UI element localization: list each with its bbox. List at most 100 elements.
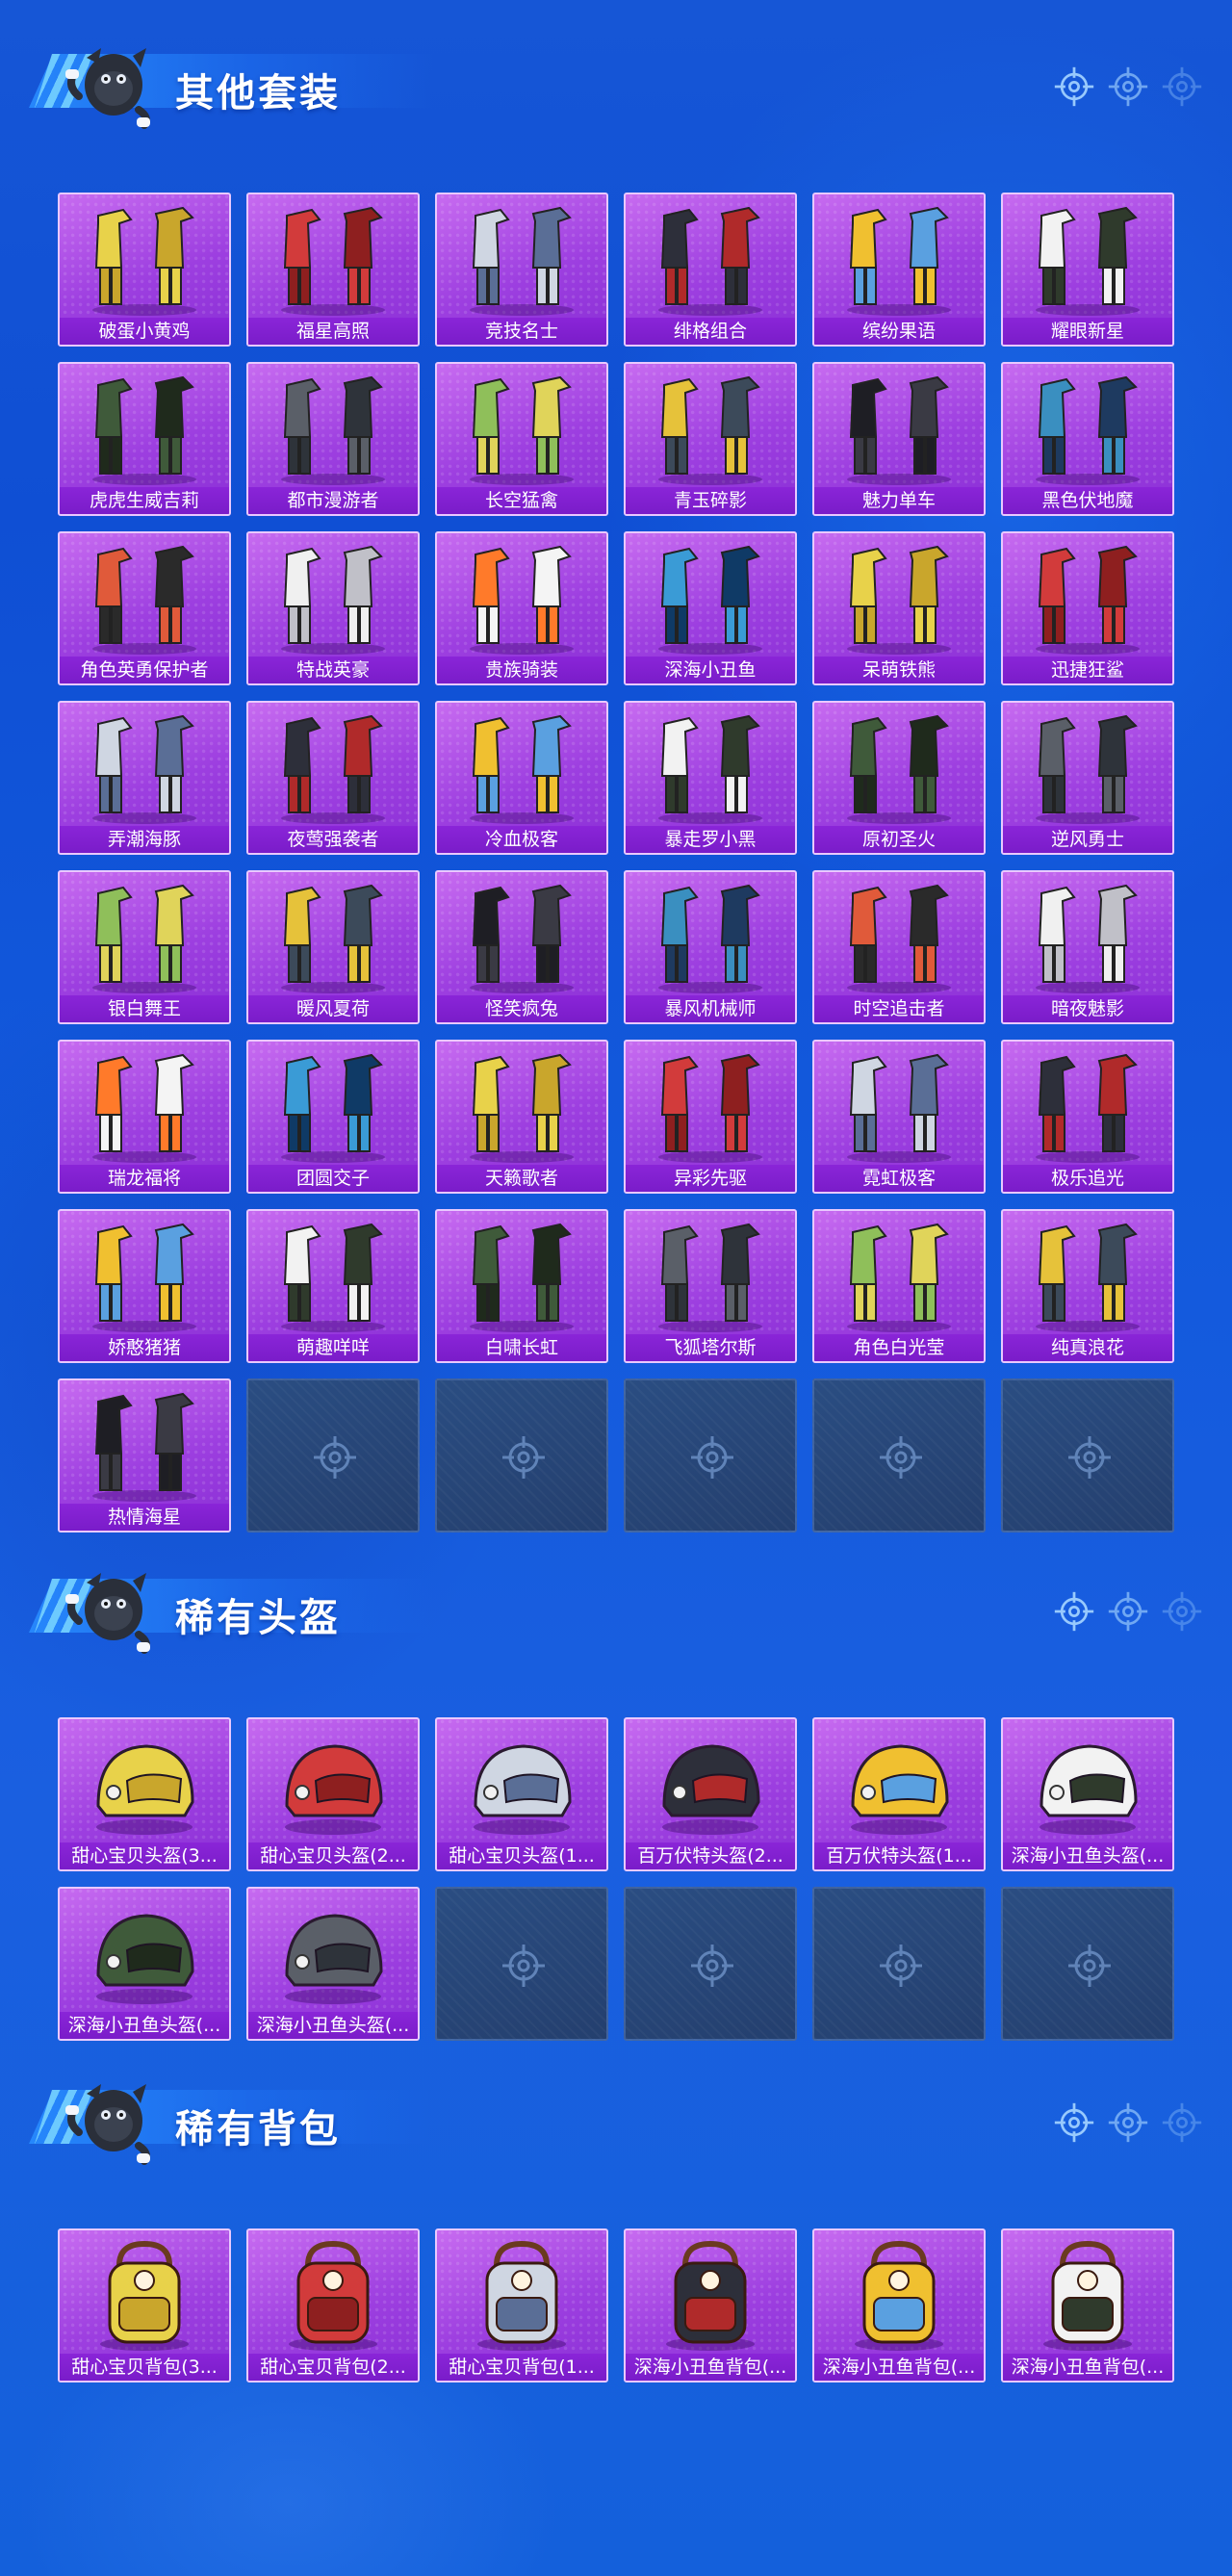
item-card[interactable]: 弄潮海豚 (58, 701, 231, 855)
item-label: 迅捷狂鲨 (1003, 657, 1172, 683)
item-label: 深海小丑鱼头盔(... (1003, 1842, 1172, 1869)
fox-jacket-icon (626, 1211, 795, 1334)
item-grid: 破蛋小黄鸡 福星高照 竞技名士 绯格组合 缤纷果语 耀眼新星 虎虎生威吉莉 都市… (58, 193, 1174, 1533)
item-card[interactable]: 长空猛禽 (435, 362, 608, 516)
dragon-armor-icon (60, 1042, 229, 1165)
item-card[interactable]: 原初圣火 (812, 701, 986, 855)
item-label: 甜心宝贝背包(3... (60, 2354, 229, 2381)
item-card[interactable]: 白啸长虹 (435, 1209, 608, 1363)
backpack-cake-brown-icon (60, 2230, 229, 2354)
item-card[interactable]: 甜心宝贝背包(2... (246, 2228, 420, 2383)
item-card[interactable]: 深海小丑鱼背包(... (1001, 2228, 1174, 2383)
item-card[interactable]: 极乐追光 (1001, 1040, 1174, 1194)
crosshair-icon (1161, 1590, 1203, 1633)
item-card[interactable]: 夜莺强袭者 (246, 701, 420, 855)
item-label: 夜莺强袭者 (248, 826, 418, 853)
item-grid: 甜心宝贝背包(3... 甜心宝贝背包(2... 甜心宝贝背包(1... 深海小丑… (58, 2228, 1174, 2383)
item-label: 天籁歌者 (437, 1165, 606, 1192)
item-card[interactable]: 深海小丑鱼背包(... (812, 2228, 986, 2383)
item-card[interactable]: 甜心宝贝背包(1... (435, 2228, 608, 2383)
item-card[interactable]: 团圆交子 (246, 1040, 420, 1194)
item-card[interactable]: 青玉碎影 (624, 362, 797, 516)
item-card[interactable]: 甜心宝贝头盔(2... (246, 1717, 420, 1871)
item-card[interactable]: 暖风夏荷 (246, 870, 420, 1024)
item-label: 极乐追光 (1003, 1165, 1172, 1192)
item-label: 团圆交子 (248, 1165, 418, 1192)
item-card[interactable]: 虎虎生威吉莉 (58, 362, 231, 516)
item-label: 深海小丑鱼头盔(... (248, 2012, 418, 2039)
crosshair-icon (689, 1434, 735, 1481)
neon-suit-icon (814, 1042, 984, 1165)
item-card[interactable]: 飞狐塔尔斯 (624, 1209, 797, 1363)
white-coat-set-icon (437, 1042, 606, 1165)
white-lotus-dress-icon (248, 872, 418, 995)
item-card[interactable]: 银白舞王 (58, 870, 231, 1024)
item-card[interactable]: 甜心宝贝头盔(1... (435, 1717, 608, 1871)
item-card[interactable]: 呆萌铁熊 (812, 531, 986, 685)
bear-suit-icon (814, 533, 984, 657)
item-card[interactable]: 时空追击者 (812, 870, 986, 1024)
item-card[interactable]: 角色英勇保护者 (58, 531, 231, 685)
item-label: 深海小丑鱼头盔(... (60, 2012, 229, 2039)
item-label: 甜心宝贝背包(1... (437, 2354, 606, 2381)
item-card[interactable]: 萌趣咩咩 (246, 1209, 420, 1363)
item-card[interactable]: 福星高照 (246, 193, 420, 347)
crosshair-icon (500, 1434, 547, 1481)
crosshair-icon (312, 1434, 358, 1481)
item-card[interactable]: 破蛋小黄鸡 (58, 193, 231, 347)
item-card[interactable]: 深海小丑鱼头盔(... (1001, 1717, 1174, 1871)
item-card[interactable]: 纯真浪花 (1001, 1209, 1174, 1363)
item-label: 甜心宝贝头盔(3... (60, 1842, 229, 1869)
sheep-set-icon (248, 1211, 418, 1334)
item-card[interactable]: 迅捷狂鲨 (1001, 531, 1174, 685)
crosshair-icon (689, 1943, 735, 1989)
item-card[interactable]: 娇憨猪猪 (58, 1209, 231, 1363)
item-card[interactable]: 角色白光莹 (812, 1209, 986, 1363)
item-label: 萌趣咩咩 (248, 1334, 418, 1361)
item-label: 特战英豪 (248, 657, 418, 683)
item-card[interactable]: 异彩先驱 (624, 1040, 797, 1194)
item-label: 绯格组合 (626, 318, 795, 345)
item-card[interactable]: 天籁歌者 (435, 1040, 608, 1194)
empty-slot (812, 1887, 986, 2041)
item-card[interactable]: 竞技名士 (435, 193, 608, 347)
red-mech-suit-icon (814, 872, 984, 995)
item-card[interactable]: 甜心宝贝背包(3... (58, 2228, 231, 2383)
item-card[interactable]: 逆风勇士 (1001, 701, 1174, 855)
item-label: 深海小丑鱼背包(... (1003, 2354, 1172, 2381)
item-card[interactable]: 深海小丑鱼头盔(... (58, 1887, 231, 2041)
item-card[interactable]: 绯格组合 (624, 193, 797, 347)
item-card[interactable]: 暴风机械师 (624, 870, 797, 1024)
item-card[interactable]: 热情海星 (58, 1378, 231, 1533)
backpack-clownfish-icon (626, 2230, 795, 2354)
crosshair-icon (500, 1943, 547, 1989)
item-card[interactable]: 霓虹极客 (812, 1040, 986, 1194)
character-dress-icon (814, 1211, 984, 1334)
item-card[interactable]: 冷血极客 (435, 701, 608, 855)
backpack-cake-red-icon (437, 2230, 606, 2354)
white-shirt-set-icon (1003, 194, 1172, 318)
item-card[interactable]: 深海小丑鱼 (624, 531, 797, 685)
item-card[interactable]: 耀眼新星 (1001, 193, 1174, 347)
item-label: 甜心宝贝背包(2... (248, 2354, 418, 2381)
item-card[interactable]: 贵族骑装 (435, 531, 608, 685)
item-card[interactable]: 怪笑疯兔 (435, 870, 608, 1024)
green-hoodie-set-icon (248, 364, 418, 487)
item-card[interactable]: 百万伏特头盔(1... (812, 1717, 986, 1871)
red-plaid-set-icon (626, 194, 795, 318)
item-label: 福星高照 (248, 318, 418, 345)
item-card[interactable]: 暴走罗小黑 (624, 701, 797, 855)
item-label: 甜心宝贝头盔(1... (437, 1842, 606, 1869)
item-card[interactable]: 百万伏特头盔(2... (624, 1717, 797, 1871)
item-card[interactable]: 深海小丑鱼头盔(... (246, 1887, 420, 2041)
item-card[interactable]: 黑色伏地魔 (1001, 362, 1174, 516)
item-card[interactable]: 魅力单车 (812, 362, 986, 516)
item-card[interactable]: 都市漫游者 (246, 362, 420, 516)
item-card[interactable]: 甜心宝贝头盔(3... (58, 1717, 231, 1871)
item-card[interactable]: 瑞龙福将 (58, 1040, 231, 1194)
item-card[interactable]: 特战英豪 (246, 531, 420, 685)
item-card[interactable]: 深海小丑鱼背包(... (624, 2228, 797, 2383)
item-card[interactable]: 缤纷果语 (812, 193, 986, 347)
item-card[interactable]: 暗夜魅影 (1001, 870, 1174, 1024)
starfish-shirt-icon (60, 1380, 229, 1504)
